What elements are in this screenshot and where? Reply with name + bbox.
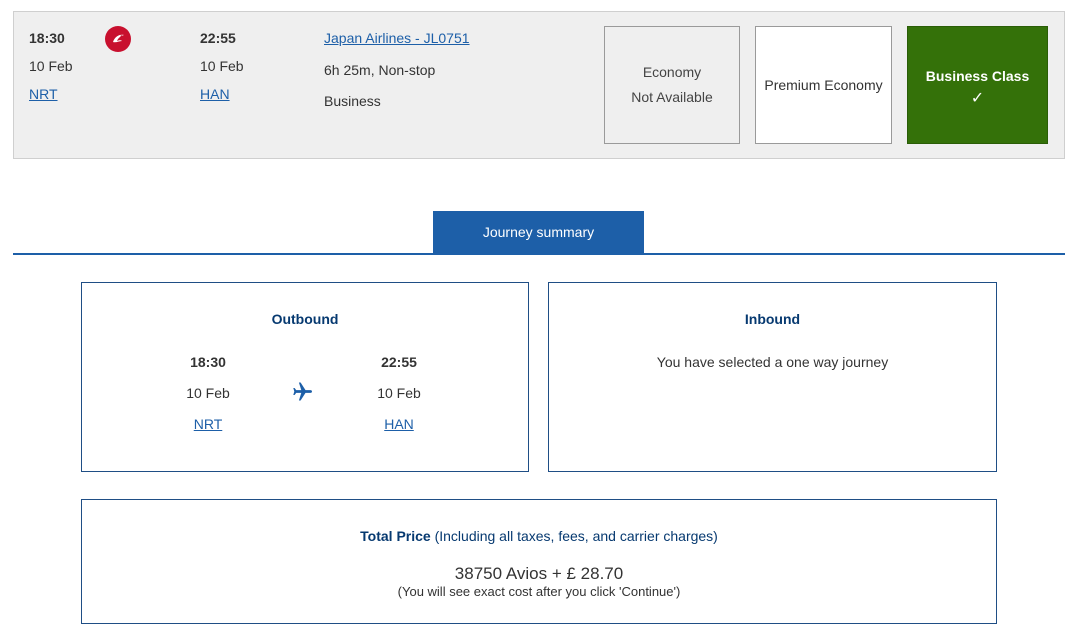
flight-duration: 6h 25m, Non-stop [324,62,436,78]
arrival-date: 10 Feb [200,58,244,74]
inbound-summary-box: Inbound You have selected a one way jour… [548,282,997,472]
outbound-departure-date: 10 Feb [186,385,230,401]
economy-availability: Not Available [631,89,713,105]
outbound-arrival: 22:55 10 Feb HAN [359,283,439,473]
jal-crane-logo-icon [105,26,131,52]
business-class-label: Business Class [925,67,1030,84]
check-icon: ✓ [970,89,985,107]
price-note: (You will see exact cost after you click… [397,584,681,599]
premium-economy-label: Premium Economy [764,76,883,93]
arrival-airport-link[interactable]: HAN [200,86,230,102]
total-price-title: Total Price [360,528,431,544]
flight-info: Japan Airlines - JL0751 6h 25m, Non-stop… [324,12,584,160]
airline-flight-link[interactable]: Japan Airlines - JL0751 [324,30,470,46]
departure-time: 18:30 [29,30,65,46]
tab-divider [13,253,1065,255]
plane-icon [291,379,315,403]
flight-option-row: 18:30 10 Feb NRT 22:55 10 Feb HAN Japan … [13,11,1065,159]
journey-summary-tab[interactable]: Journey summary [433,211,644,253]
outbound-arrival-time: 22:55 [381,354,417,370]
total-price-amount: 38750 Avios + £ 28.70 [454,564,624,583]
departure-date: 10 Feb [29,58,73,74]
departure-column: 18:30 10 Feb NRT [29,12,109,160]
cabin-class-text: Business [324,93,381,109]
total-price-box: Total Price (Including all taxes, fees, … [81,499,997,624]
one-way-message: You have selected a one way journey [656,354,889,370]
economy-label: Economy [642,64,702,80]
total-price-label: Total Price (Including all taxes, fees, … [82,528,996,544]
arrival-time: 22:55 [200,30,236,46]
outbound-title: Outbound [271,311,339,327]
outbound-departure: 18:30 10 Feb NRT [168,283,248,473]
business-class-cabin-option[interactable]: Business Class ✓ [907,26,1048,144]
arrival-column: 22:55 10 Feb HAN [200,12,280,160]
total-price-subtitle: (Including all taxes, fees, and carrier … [430,528,718,544]
outbound-arrival-date: 10 Feb [377,385,421,401]
economy-cabin-option: Economy Not Available [604,26,740,144]
outbound-departure-airport-link[interactable]: NRT [194,416,223,432]
departure-airport-link[interactable]: NRT [29,86,58,102]
inbound-title: Inbound [744,311,801,327]
outbound-departure-time: 18:30 [190,354,226,370]
outbound-summary-box: Outbound 18:30 10 Feb NRT 22:55 10 Feb H… [81,282,529,472]
outbound-arrival-airport-link[interactable]: HAN [384,416,414,432]
premium-economy-cabin-option[interactable]: Premium Economy [755,26,892,144]
